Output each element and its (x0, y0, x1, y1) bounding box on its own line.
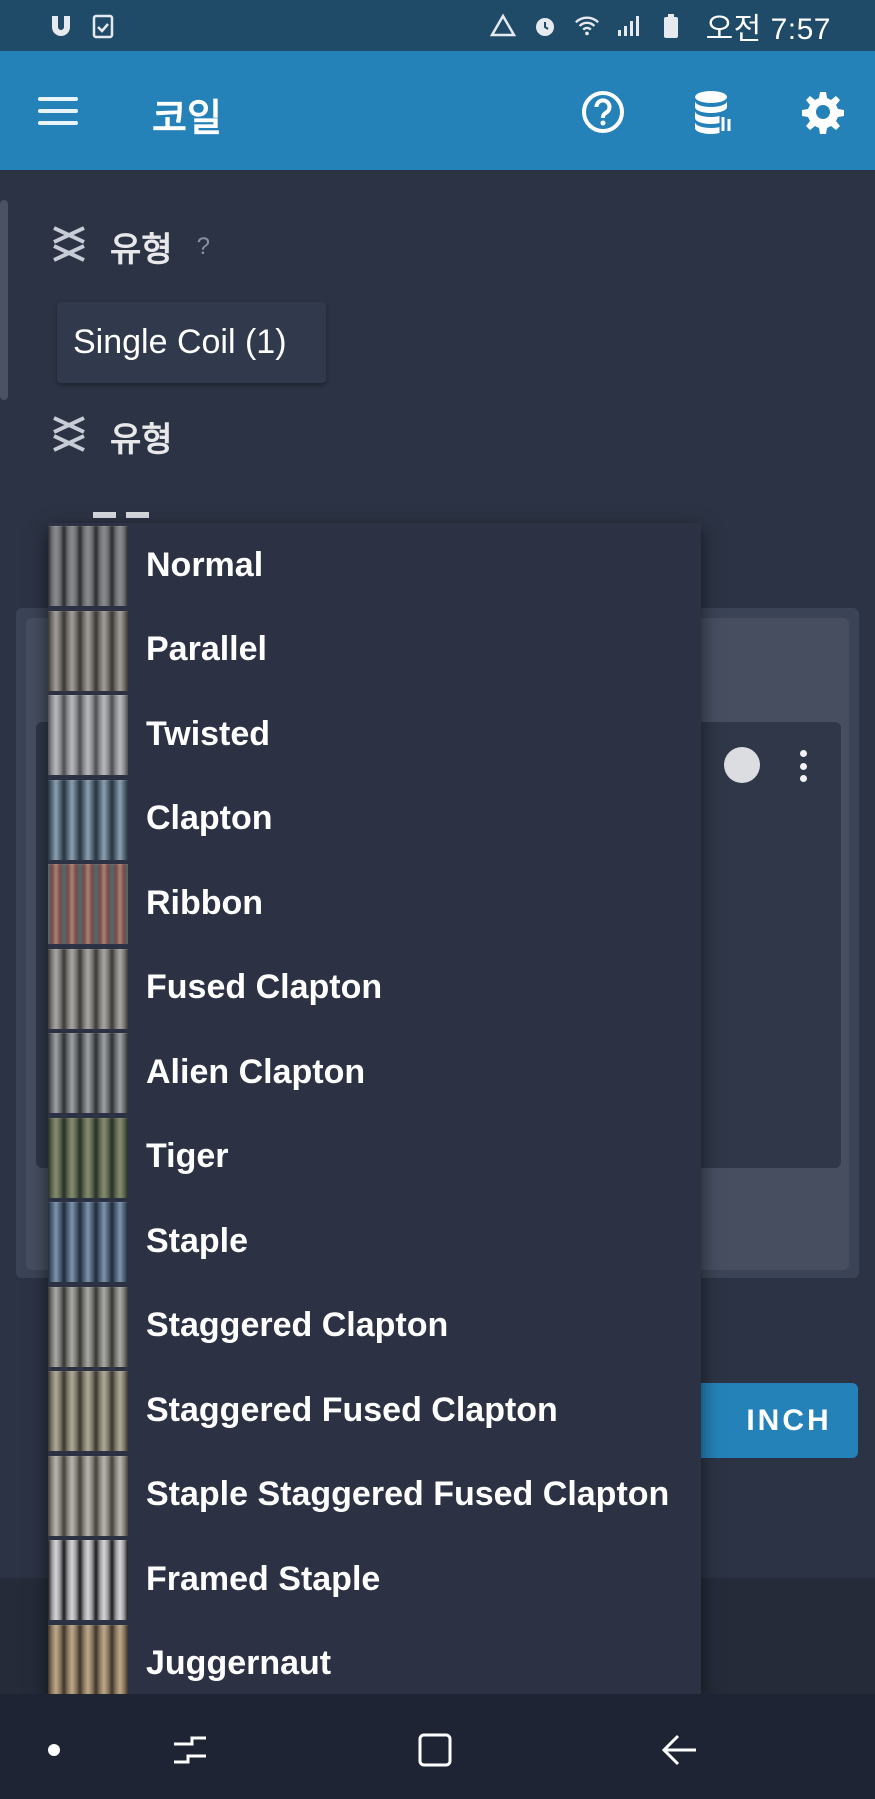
coil-thumbnail-image (48, 695, 128, 775)
dropdown-item-label: Staggered Clapton (146, 1306, 449, 1344)
status-dot (724, 747, 760, 783)
dropdown-item[interactable]: Juggernaut (48, 1622, 701, 1696)
coil-type-icon (48, 412, 92, 461)
dropdown-item-label: Framed Staple (146, 1559, 381, 1598)
signal-icon (616, 13, 642, 39)
coil-type-icon (48, 222, 92, 271)
type-row-1: 유형 ? (48, 222, 210, 271)
coil-type-dropdown[interactable]: Normal Parallel Twisted Clapton Ribbon Fused … (48, 523, 701, 1696)
app-u-icon (48, 13, 74, 39)
dropdown-item[interactable]: Parallel (48, 608, 701, 692)
nav-dot-icon[interactable] (48, 1744, 60, 1756)
coil-thumbnail-image (48, 1033, 128, 1113)
dropdown-item[interactable]: Tiger (48, 1115, 701, 1199)
coil-thumbnail-image (48, 1202, 128, 1282)
dropdown-item-label: Normal (146, 545, 264, 584)
dropdown-item-label: Staple (146, 1221, 249, 1260)
sync-triangle-icon (489, 13, 516, 39)
coil-thumbnail-image (48, 1371, 128, 1451)
gear-icon[interactable] (800, 89, 846, 135)
scroll-indicator[interactable] (0, 200, 8, 400)
type-label: 유형 (110, 231, 173, 269)
coil-thumbnail-image (48, 1117, 128, 1198)
dropdown-item[interactable]: Alien Clapton (48, 1030, 701, 1114)
dropdown-item-label: Juggernaut (146, 1644, 332, 1682)
coil-thumbnail-image (48, 1286, 128, 1367)
coil-thumbnail-image (48, 864, 128, 944)
dropdown-item[interactable]: Staggered Fused Clapton (48, 1368, 701, 1452)
clipboard-check-icon (90, 13, 116, 39)
dropdown-item[interactable]: Framed Staple (48, 1537, 701, 1621)
dropdown-item-label: Twisted (146, 714, 271, 753)
menu-icon[interactable] (38, 89, 82, 133)
coil-thumbnail-image (48, 610, 128, 691)
more-options-icon[interactable] (791, 748, 815, 784)
selected-coil-chip[interactable]: Single Coil (1) (57, 302, 326, 383)
coil-thumbnail-image (48, 1540, 128, 1620)
coil-thumbnail-image (48, 1455, 128, 1536)
page-title: 코일 (152, 98, 222, 140)
dropdown-item-label: Staggered Fused Clapton (146, 1390, 558, 1429)
alarm-icon (532, 13, 558, 39)
database-icon[interactable] (690, 89, 736, 135)
dropdown-item[interactable]: Staple Staggered Fused Clapton (48, 1453, 701, 1537)
dropdown-item-label: Ribbon (146, 883, 264, 922)
app-bar: 코일 (0, 51, 875, 170)
back-icon[interactable] (656, 1726, 704, 1774)
dropdown-item-label: Clapton (146, 799, 273, 837)
dropdown-item[interactable]: Fused Clapton (48, 946, 701, 1030)
help-icon[interactable] (580, 89, 626, 135)
status-time: 오전 7:57 (705, 12, 831, 46)
partial-list-icon (93, 512, 149, 522)
dropdown-item-label: Parallel (146, 630, 267, 668)
coil-thumbnail-image (48, 779, 128, 860)
dropdown-item[interactable]: Clapton (48, 777, 701, 861)
battery-icon (658, 13, 684, 39)
dropdown-item-label: Tiger (146, 1137, 229, 1175)
dropdown-item[interactable]: Staple (48, 1199, 701, 1283)
dropdown-item-label: Staple Staggered Fused Clapton (146, 1475, 670, 1513)
type-label: 유형 (110, 421, 173, 459)
dropdown-item-label: Fused Clapton (146, 968, 383, 1006)
dropdown-item-label: Alien Clapton (146, 1052, 366, 1091)
coil-thumbnail-image (48, 526, 128, 606)
recent-apps-icon[interactable] (166, 1726, 214, 1774)
type-help-mark[interactable]: ? (197, 233, 210, 261)
home-icon[interactable] (411, 1726, 459, 1774)
wifi-icon (574, 13, 600, 39)
dropdown-item[interactable]: Normal (48, 523, 701, 607)
type-row-2: 유형 (48, 412, 173, 461)
coil-thumbnail-image (48, 948, 128, 1029)
dropdown-item[interactable]: Ribbon (48, 861, 701, 945)
status-bar: 오전 7:57 (0, 0, 875, 51)
dropdown-item[interactable]: Staggered Clapton (48, 1284, 701, 1368)
coil-thumbnail-image (48, 1624, 128, 1696)
dropdown-item[interactable]: Twisted (48, 692, 701, 776)
